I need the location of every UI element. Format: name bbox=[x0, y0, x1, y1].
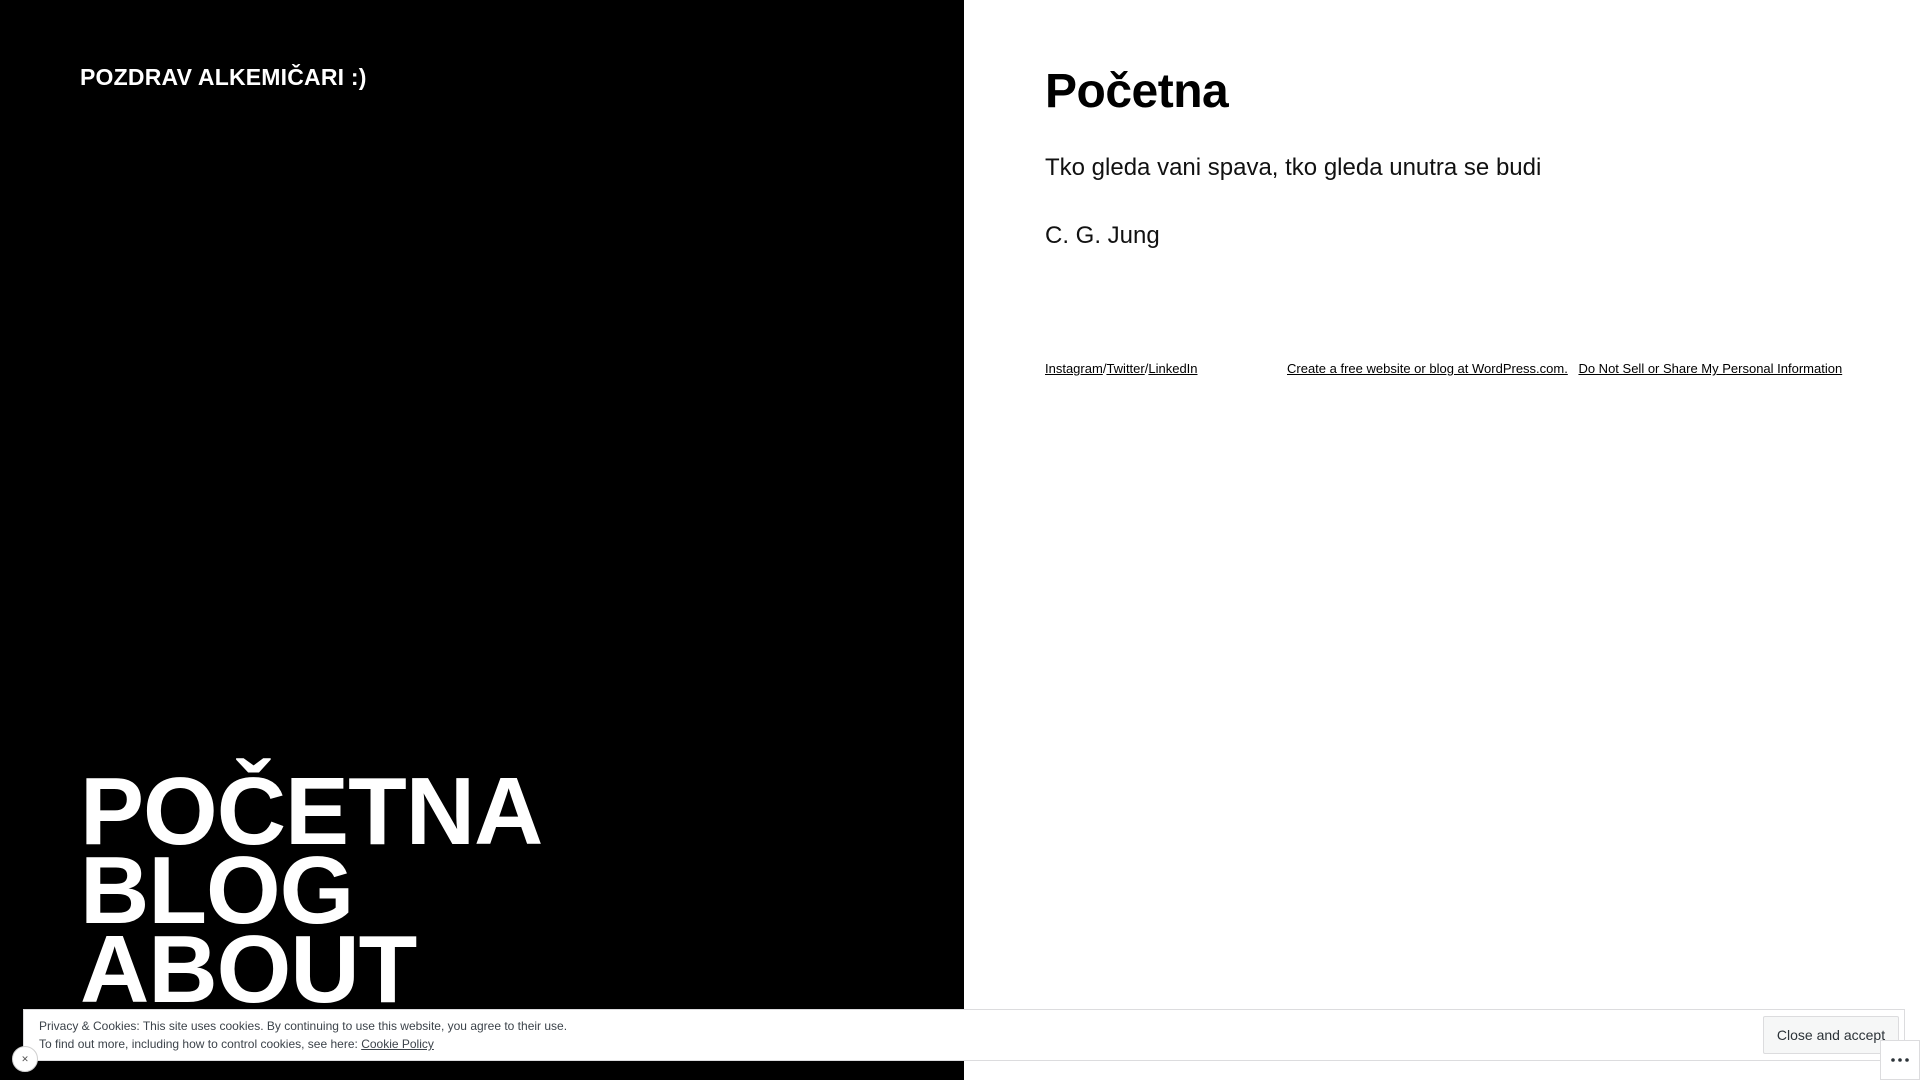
cookie-banner: Privacy & Cookies: This site uses cookie… bbox=[23, 1009, 1905, 1061]
page: POZDRAV ALKEMIČARI :) POČETNA BLOG ABOUT… bbox=[0, 0, 1920, 1080]
content-panel: Početna Tko gleda vani spava, tko gleda … bbox=[964, 0, 1920, 1080]
site-title[interactable]: POZDRAV ALKEMIČARI :) bbox=[80, 64, 367, 91]
privacy-link[interactable]: Do Not Sell or Share My Personal Informa… bbox=[1578, 361, 1842, 376]
page-title: Početna bbox=[1045, 65, 1229, 118]
social-links: Instagram/Twitter/LinkedIn bbox=[1045, 361, 1198, 376]
quote-text: Tko gleda vani spava, tko gleda unutra s… bbox=[1045, 154, 1542, 181]
linkedin-link[interactable]: LinkedIn bbox=[1148, 361, 1197, 376]
cookie-line-1: Privacy & Cookies: This site uses cookie… bbox=[39, 1019, 568, 1033]
cookie-text: Privacy & Cookies: This site uses cookie… bbox=[39, 1017, 567, 1053]
quote-author: C. G. Jung bbox=[1045, 222, 1160, 249]
cookie-policy-link[interactable]: Cookie Policy bbox=[361, 1037, 434, 1051]
wordpress-link[interactable]: Create a free website or blog at WordPre… bbox=[1287, 361, 1568, 376]
close-icon[interactable]: ✕ bbox=[12, 1046, 38, 1072]
main-navigation: POČETNA BLOG ABOUT bbox=[80, 764, 543, 1018]
cookie-line-2-text: To find out more, including how to contr… bbox=[39, 1037, 362, 1051]
footer-links: Create a free website or blog at WordPre… bbox=[1287, 361, 1842, 376]
ellipsis-icon-glyph bbox=[1891, 1058, 1909, 1062]
close-and-accept-button[interactable]: Close and accept bbox=[1763, 1016, 1899, 1054]
cookie-line-2: To find out more, including how to contr… bbox=[39, 1035, 567, 1053]
twitter-link[interactable]: Twitter bbox=[1106, 361, 1144, 376]
ellipsis-icon[interactable] bbox=[1880, 1040, 1920, 1080]
instagram-link[interactable]: Instagram bbox=[1045, 361, 1103, 376]
header-panel: POZDRAV ALKEMIČARI :) POČETNA BLOG ABOUT bbox=[0, 0, 964, 1080]
nav-item-about[interactable]: ABOUT bbox=[80, 922, 542, 1018]
